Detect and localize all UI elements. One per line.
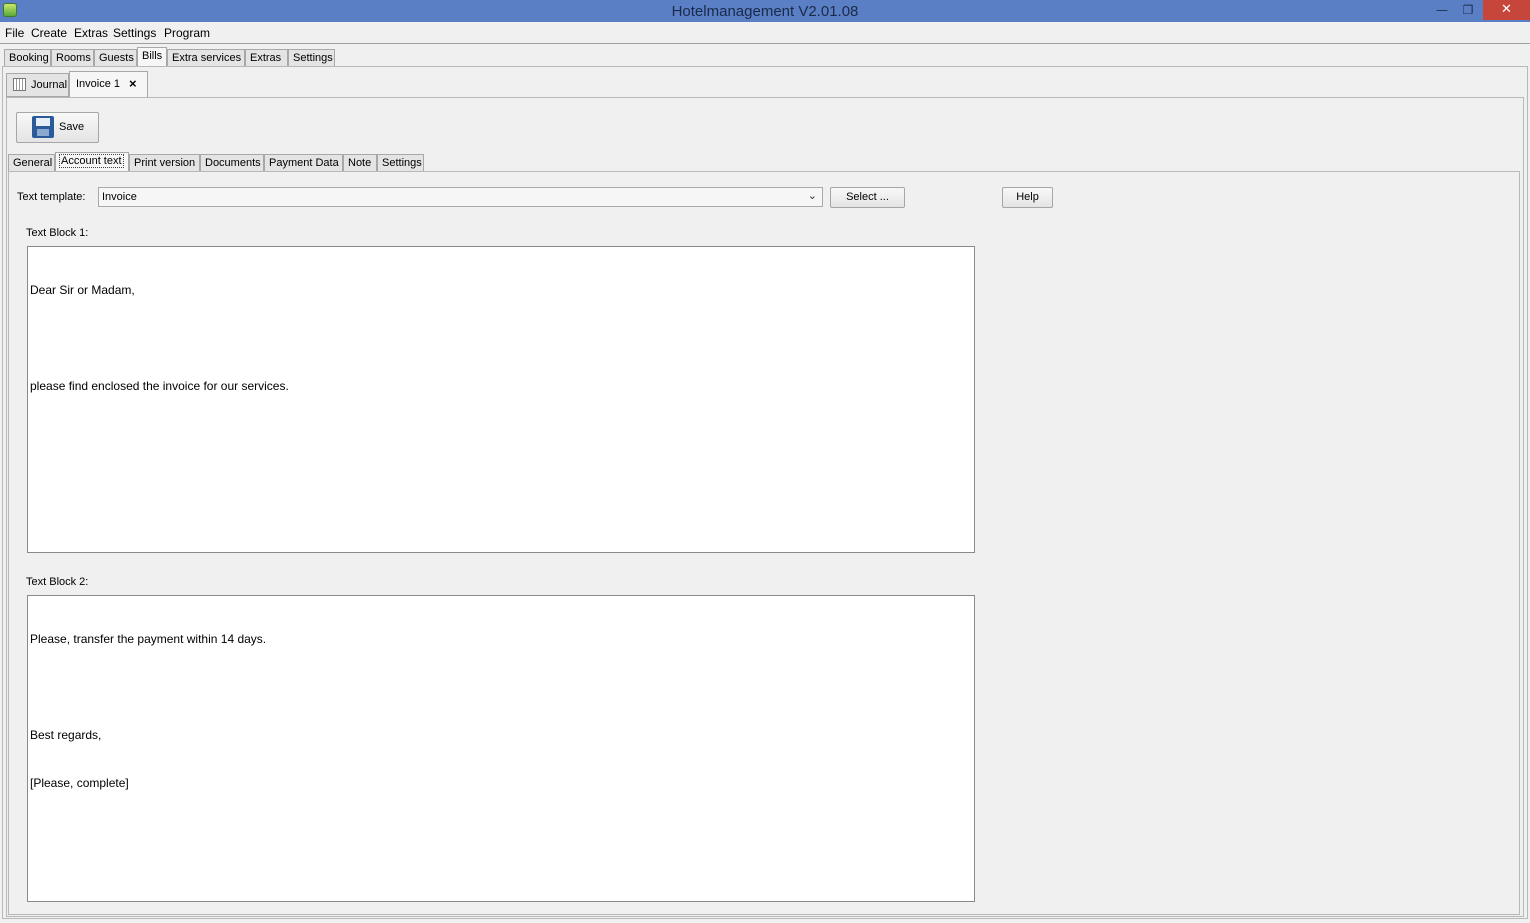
menu-file[interactable]: File bbox=[5, 26, 24, 40]
text-block-1-label: Text Block 1: bbox=[26, 227, 89, 239]
text-block-2-label: Text Block 2: bbox=[26, 576, 89, 588]
tab-label: Account text bbox=[59, 154, 124, 168]
tab-label: Documents bbox=[205, 157, 261, 169]
text-line: please find enclosed the invoice for our… bbox=[30, 379, 289, 393]
tab-label: Booking bbox=[9, 52, 49, 64]
close-icon[interactable]: ✕ bbox=[1483, 0, 1530, 20]
floppy-disk-icon bbox=[32, 116, 54, 138]
menu-create[interactable]: Create bbox=[31, 26, 67, 40]
tab-settings[interactable]: Settings bbox=[288, 49, 335, 67]
text-block-2-textarea[interactable]: Please, transfer the payment within 14 d… bbox=[27, 595, 975, 902]
text-line: Dear Sir or Madam, bbox=[30, 283, 135, 297]
tab-label: General bbox=[13, 157, 53, 169]
tab-account-text[interactable]: Account text bbox=[55, 152, 129, 172]
select-button[interactable]: Select ... bbox=[830, 187, 905, 208]
menu-extras[interactable]: Extras bbox=[74, 26, 108, 40]
tab-sub-settings[interactable]: Settings bbox=[377, 154, 424, 172]
title-bar: Hotelmanagement V2.01.08 — ❐ ✕ bbox=[0, 0, 1530, 22]
tab-label: Guests bbox=[99, 52, 134, 64]
chevron-down-icon: ⌄ bbox=[807, 190, 817, 202]
tab-label: Settings bbox=[293, 52, 333, 64]
tab-label: Bills bbox=[142, 50, 163, 62]
tab-rooms[interactable]: Rooms bbox=[51, 49, 94, 67]
tab-bills[interactable]: Bills bbox=[137, 47, 167, 67]
tab-payment-data[interactable]: Payment Data bbox=[264, 154, 343, 172]
save-button[interactable]: Save bbox=[16, 112, 99, 143]
window-title: Hotelmanagement V2.01.08 bbox=[671, 3, 859, 20]
tab-label: Payment Data bbox=[269, 157, 339, 169]
text-line: Best regards, bbox=[30, 728, 102, 742]
doc-tab-journal[interactable]: Journal bbox=[6, 73, 69, 97]
save-label: Save bbox=[59, 121, 85, 133]
tab-note[interactable]: Note bbox=[343, 154, 377, 172]
tab-label: Rooms bbox=[56, 52, 91, 64]
tab-label: Settings bbox=[382, 157, 422, 169]
tab-extra-services[interactable]: Extra services bbox=[167, 49, 245, 67]
text-template-value: Invoice bbox=[102, 191, 137, 203]
tab-extras[interactable]: Extras bbox=[245, 49, 288, 67]
tab-label: Print version bbox=[134, 157, 196, 169]
help-button[interactable]: Help bbox=[1002, 187, 1053, 208]
tab-general[interactable]: General bbox=[8, 154, 55, 172]
doc-tab-label: Journal bbox=[31, 79, 68, 91]
menu-settings[interactable]: Settings bbox=[113, 26, 156, 40]
close-tab-icon[interactable]: × bbox=[129, 76, 137, 91]
restore-icon[interactable]: ❐ bbox=[1455, 0, 1481, 20]
text-template-select[interactable]: Invoice ⌄ bbox=[98, 187, 823, 207]
text-line bbox=[30, 679, 972, 695]
menu-separator bbox=[0, 43, 1530, 44]
tab-guests[interactable]: Guests bbox=[94, 49, 137, 67]
tab-label: Extra services bbox=[172, 52, 242, 64]
text-line bbox=[30, 330, 972, 346]
minimize-icon[interactable]: — bbox=[1429, 0, 1455, 20]
menu-bar: File Create Extras Settings Program bbox=[0, 23, 1530, 43]
text-line: [Please, complete] bbox=[30, 776, 129, 790]
menu-program[interactable]: Program bbox=[164, 26, 210, 40]
tab-booking[interactable]: Booking bbox=[4, 49, 51, 67]
journal-icon bbox=[13, 78, 26, 91]
tab-print-version[interactable]: Print version bbox=[129, 154, 200, 172]
tab-label: Extras bbox=[250, 52, 282, 64]
doc-tab-invoice[interactable]: Invoice 1 × bbox=[69, 71, 148, 98]
text-block-1-textarea[interactable]: Dear Sir or Madam, please find enclosed … bbox=[27, 246, 975, 553]
tab-documents[interactable]: Documents bbox=[200, 154, 264, 172]
text-template-label: Text template: bbox=[17, 191, 86, 203]
tab-label: Note bbox=[348, 157, 372, 169]
doc-tab-label: Invoice 1 bbox=[76, 78, 121, 90]
text-line: Please, transfer the payment within 14 d… bbox=[30, 632, 267, 646]
